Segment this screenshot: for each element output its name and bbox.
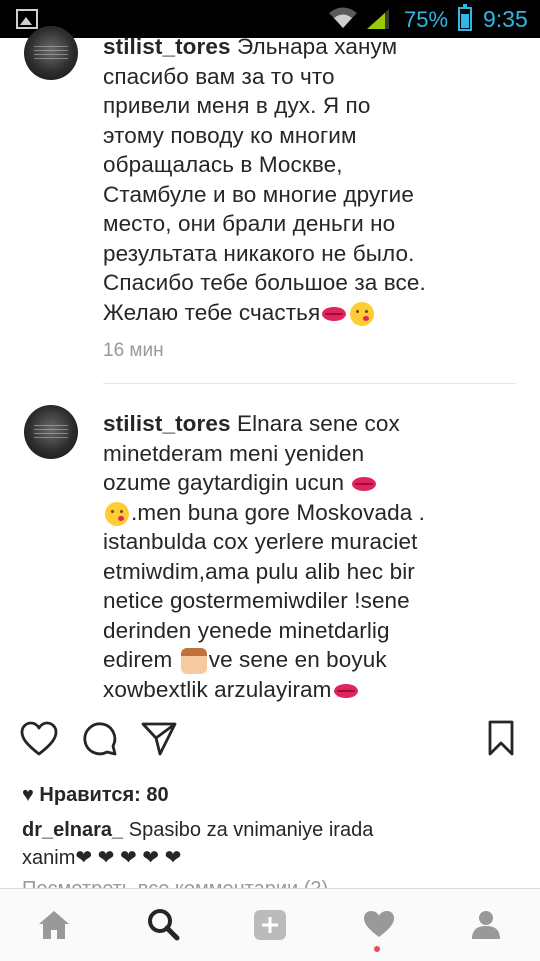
- kiss-mark-icon: [352, 477, 377, 492]
- likes-count[interactable]: ♥ Нравится: 80: [22, 784, 169, 807]
- comment-timestamp: 16 мин: [103, 340, 164, 361]
- battery-percentage: 75%: [404, 7, 449, 32]
- kissing-face-icon: [350, 301, 375, 326]
- kiss-mark-icon: [333, 683, 358, 698]
- clock: 9:35: [483, 6, 528, 32]
- comment-text: stilist_tores Эльнара ханум спасибо вам …: [103, 34, 426, 326]
- add-icon: [254, 910, 286, 940]
- activity-icon: [364, 911, 394, 937]
- signal-icon: [367, 9, 389, 29]
- nav-add[interactable]: [216, 889, 324, 961]
- kiss-mark-icon: [322, 306, 347, 321]
- post-action-bar: [0, 705, 540, 775]
- avatar[interactable]: [24, 26, 78, 80]
- share-icon[interactable]: [140, 721, 178, 757]
- nav-activity[interactable]: [324, 889, 432, 961]
- caption-username[interactable]: dr_elnara_: [22, 819, 123, 841]
- divider: [103, 383, 516, 384]
- like-icon[interactable]: [20, 721, 58, 757]
- notification-dot: [374, 946, 380, 952]
- battery-icon: [458, 4, 472, 31]
- wifi-icon: [329, 7, 357, 28]
- gallery-notification-icon: [16, 9, 38, 29]
- bottom-nav: [0, 888, 540, 961]
- search-icon: [148, 909, 180, 941]
- nav-search[interactable]: [108, 889, 216, 961]
- comment-username[interactable]: stilist_tores: [103, 34, 231, 59]
- profile-icon: [472, 911, 500, 939]
- caption-text: Spasibo za vnimaniye irada: [128, 819, 374, 841]
- person-gesturing-icon: [180, 648, 207, 675]
- nav-profile[interactable]: [432, 889, 540, 961]
- home-icon: [39, 911, 69, 939]
- save-icon[interactable]: [487, 719, 515, 757]
- comment-icon[interactable]: [82, 721, 118, 757]
- comment-text: stilist_tores Elnara sene cox minetderam…: [103, 411, 426, 702]
- nav-home[interactable]: [0, 889, 108, 961]
- kissing-face-icon: [105, 501, 129, 526]
- comment-username[interactable]: stilist_tores: [103, 411, 231, 436]
- caption-text-2: xanim❤ ❤ ❤ ❤ ❤: [22, 847, 182, 869]
- post-caption: dr_elnara_ Spasibo za vnimaniye irada xa…: [22, 816, 522, 872]
- avatar[interactable]: [24, 405, 78, 459]
